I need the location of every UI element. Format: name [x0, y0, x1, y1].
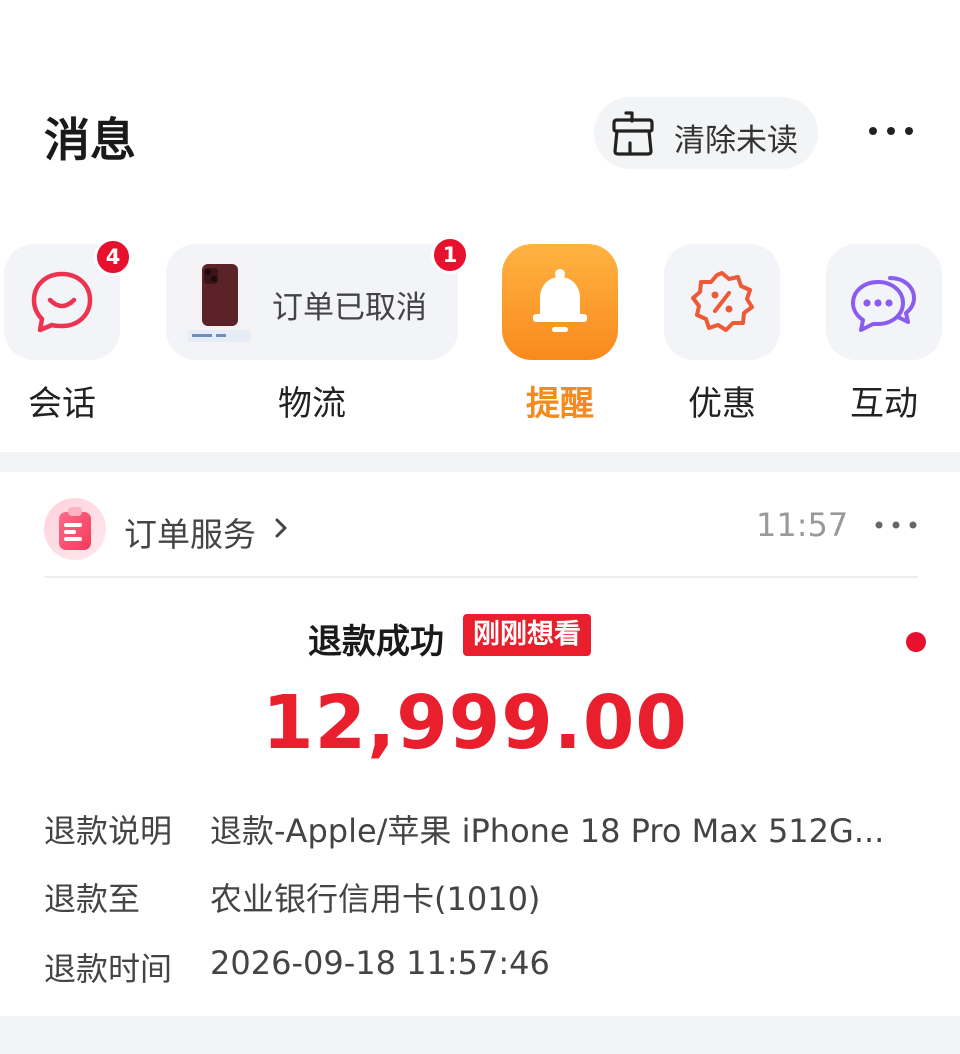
- detail-value: 退款-Apple/苹果 iPhone 18 Pro Max 512G...: [210, 812, 885, 850]
- detail-value: 2026-09-18 11:57:46: [210, 944, 550, 982]
- discount-badge-icon: [691, 271, 754, 332]
- more-options-icon[interactable]: [866, 116, 916, 146]
- category-row: 4 会话 订单已取消 1 物流 提醒 优惠 互动: [0, 230, 960, 430]
- phone-thumbnail: [186, 258, 252, 346]
- interaction-tile[interactable]: [826, 244, 942, 360]
- refund-status-title: 退款成功: [308, 622, 444, 662]
- logistics-preview-text: 订单已取消: [272, 290, 427, 326]
- reminder-tile[interactable]: [502, 244, 618, 360]
- category-label-discount: 优惠: [688, 384, 756, 424]
- chat-smile-icon: [31, 271, 93, 333]
- unread-dot: [906, 632, 926, 652]
- message-more-icon[interactable]: [872, 512, 920, 538]
- category-label-interaction: 互动: [850, 384, 918, 424]
- clear-unread-label: 清除未读: [674, 123, 798, 159]
- detail-value: 农业银行信用卡(1010): [210, 880, 541, 918]
- clear-unread-button[interactable]: 清除未读: [594, 97, 818, 169]
- section-divider: [0, 452, 960, 472]
- message-time: 11:57: [756, 506, 849, 544]
- detail-key: 退款时间: [44, 950, 173, 988]
- chat-unread-badge: 4: [94, 238, 132, 276]
- detail-key: 退款说明: [44, 812, 173, 850]
- bell-icon: [533, 269, 587, 332]
- header: 消息 清除未读: [0, 0, 960, 200]
- order-service-icon: [44, 498, 106, 560]
- category-label-chat: 会话: [28, 384, 96, 424]
- refund-message-card[interactable]: 订单服务 11:57 退款成功 刚刚想看 12,999.00 退款说明 退款-A…: [0, 472, 960, 1016]
- card-divider: [44, 576, 918, 578]
- category-label-reminder: 提醒: [526, 384, 594, 424]
- detail-key: 退款至: [44, 880, 141, 918]
- refund-amount: 12,999.00: [262, 680, 688, 766]
- speech-bubbles-icon: [851, 276, 916, 332]
- logistics-tile[interactable]: 订单已取消: [166, 244, 458, 360]
- status-tag: 刚刚想看: [463, 614, 591, 656]
- category-label-logistics: 物流: [278, 384, 346, 424]
- discount-tile[interactable]: [664, 244, 780, 360]
- broom-icon: [612, 111, 654, 156]
- page-title: 消息: [44, 113, 136, 167]
- chevron-right-icon[interactable]: [270, 514, 292, 542]
- bottom-divider: [0, 1016, 960, 1054]
- order-service-link[interactable]: 订单服务: [124, 508, 256, 556]
- logistics-unread-badge: 1: [431, 236, 469, 274]
